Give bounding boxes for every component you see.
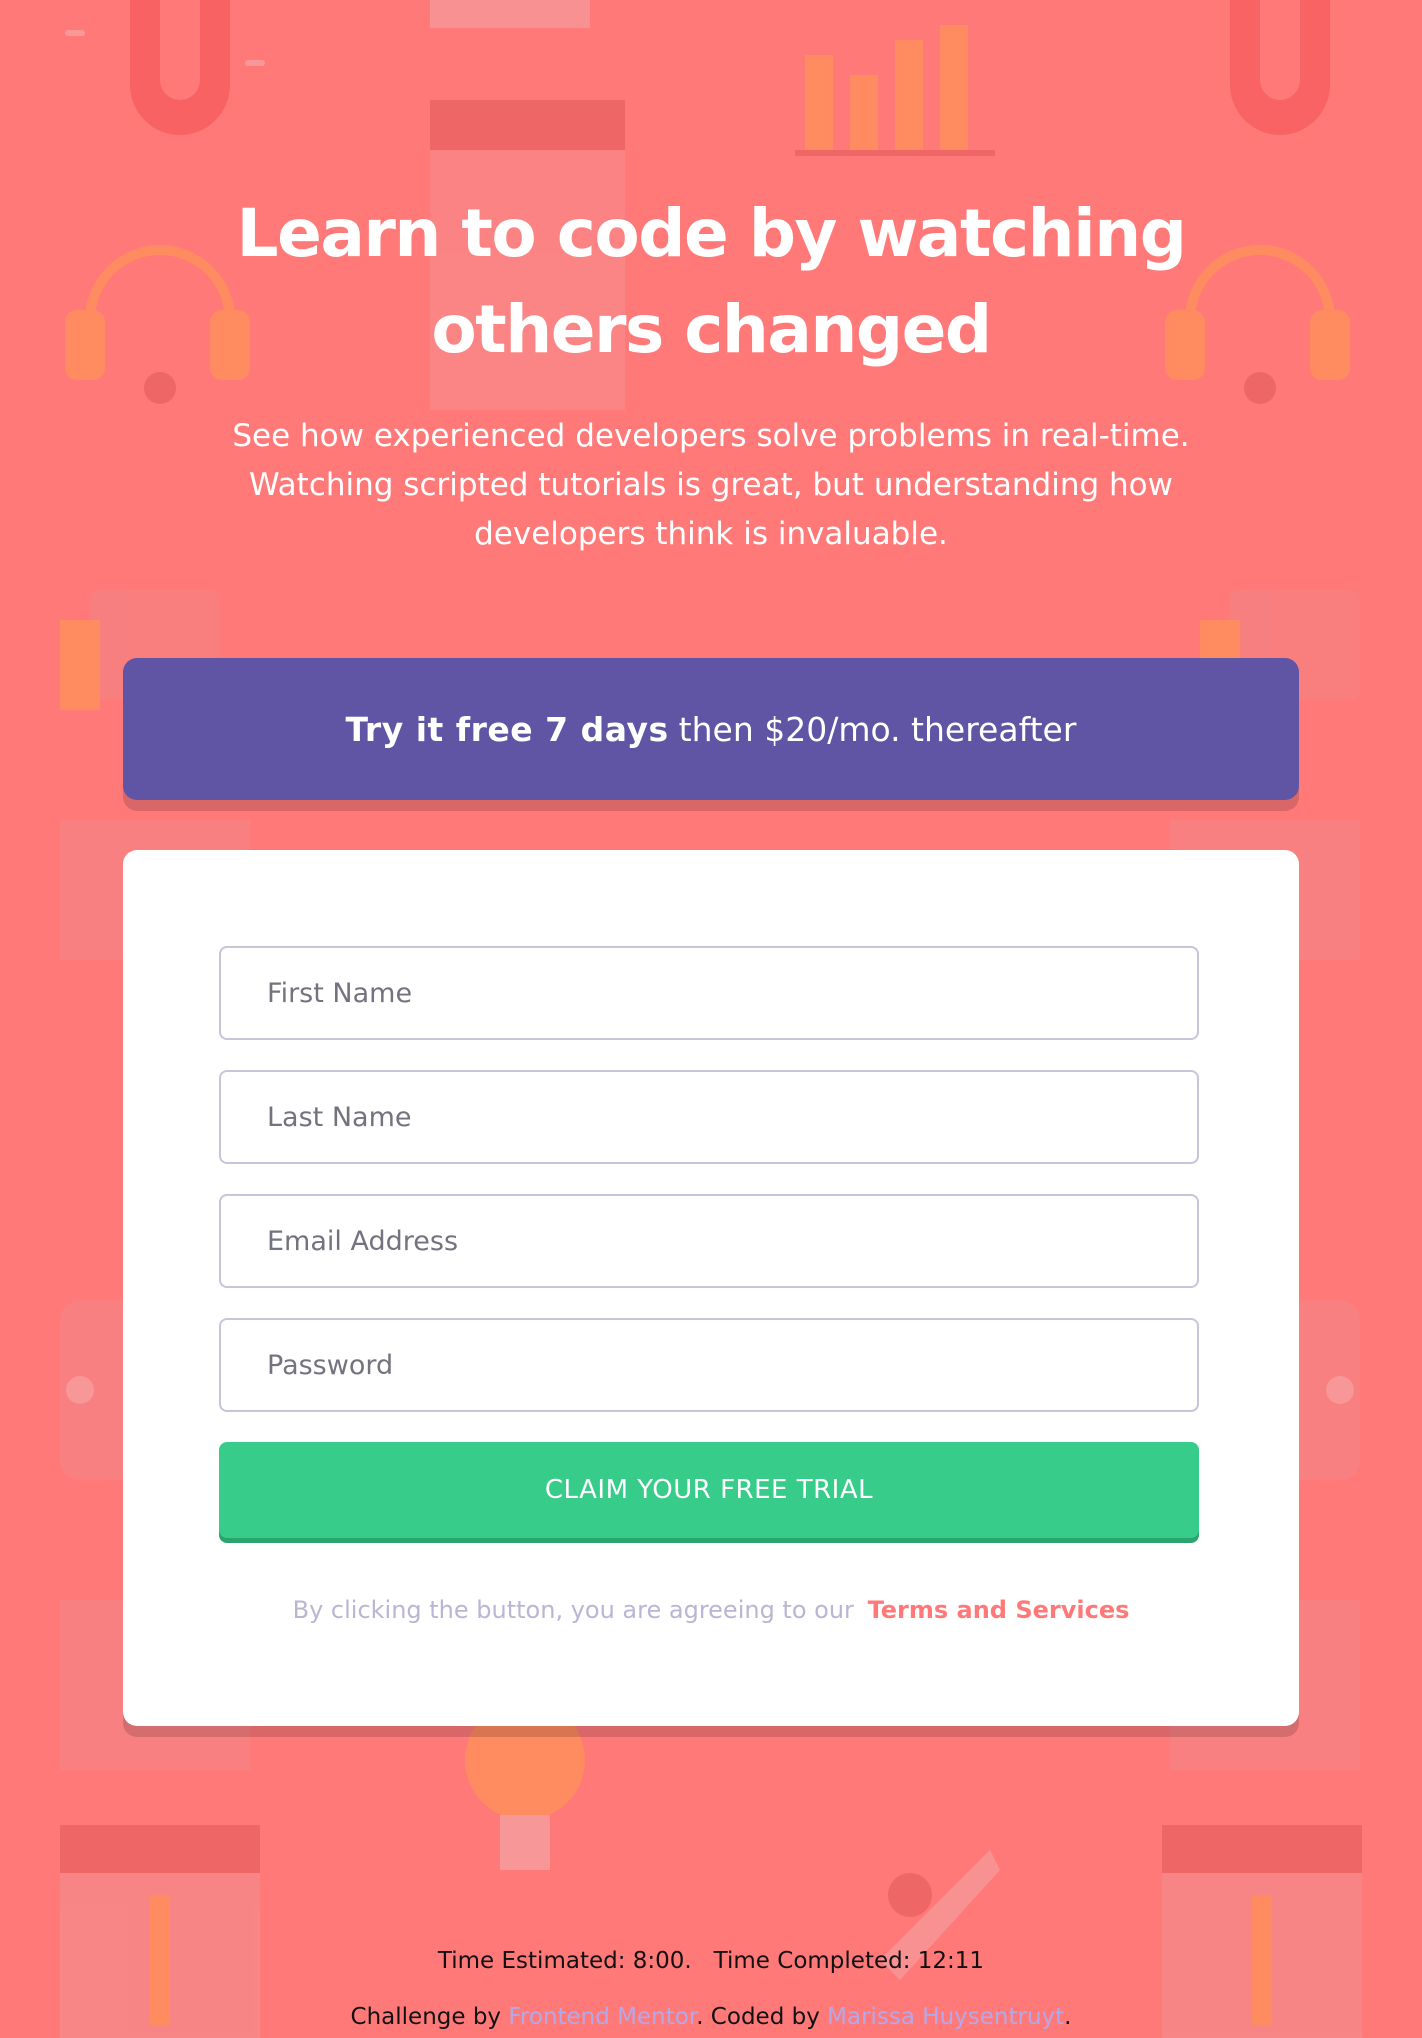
promo-rest-text: then $20/mo. thereafter xyxy=(678,709,1077,749)
email-input[interactable] xyxy=(219,1194,1199,1288)
time-completed: Time Completed: 12:11 xyxy=(713,1948,985,1974)
password-input[interactable] xyxy=(219,1318,1199,1412)
claim-free-trial-button[interactable]: CLAIM YOUR FREE TRIAL xyxy=(219,1442,1199,1538)
coded-by-text: . Coded by xyxy=(696,2004,820,2030)
challenge-by-text: Challenge by xyxy=(350,2004,502,2030)
hero-title: Learn to code by watching others changed xyxy=(0,186,1422,378)
hero-description-line-3: developers think is invaluable. xyxy=(474,516,948,552)
frontend-mentor-link[interactable]: Frontend Mentor xyxy=(508,2004,696,2030)
hero-description-line-2: Watching scripted tutorials is great, bu… xyxy=(249,467,1173,503)
hero-title-line-1: Learn to code by watching xyxy=(236,195,1187,272)
attribution: Challenge by Frontend Mentor. Coded by M… xyxy=(0,2004,1422,2030)
coder-link[interactable]: Marissa Huysentruyt xyxy=(827,2004,1064,2030)
hero-description-line-1: See how experienced developers solve pro… xyxy=(232,418,1190,454)
last-name-input[interactable] xyxy=(219,1070,1199,1164)
promo-bold-text: Try it free 7 days xyxy=(345,709,669,749)
promo-banner: Try it free 7 days then $20/mo. thereaft… xyxy=(123,658,1299,800)
hero-title-line-2: others changed xyxy=(431,291,992,368)
credit-end: . xyxy=(1064,2004,1072,2030)
terms-notice: By clicking the button, you are agreeing… xyxy=(123,1596,1299,1624)
first-name-input[interactable] xyxy=(219,946,1199,1040)
hero-description: See how experienced developers solve pro… xyxy=(200,412,1222,559)
page: Learn to code by watching others changed… xyxy=(0,0,1422,2038)
time-info: Time Estimated: 8:00. Time Completed: 12… xyxy=(0,1948,1422,1974)
terms-text: By clicking the button, you are agreeing… xyxy=(292,1596,854,1624)
time-estimated: Time Estimated: 8:00. xyxy=(437,1948,692,1974)
signup-form: CLAIM YOUR FREE TRIAL By clicking the bu… xyxy=(123,850,1299,1726)
terms-link[interactable]: Terms and Services xyxy=(868,1596,1130,1624)
